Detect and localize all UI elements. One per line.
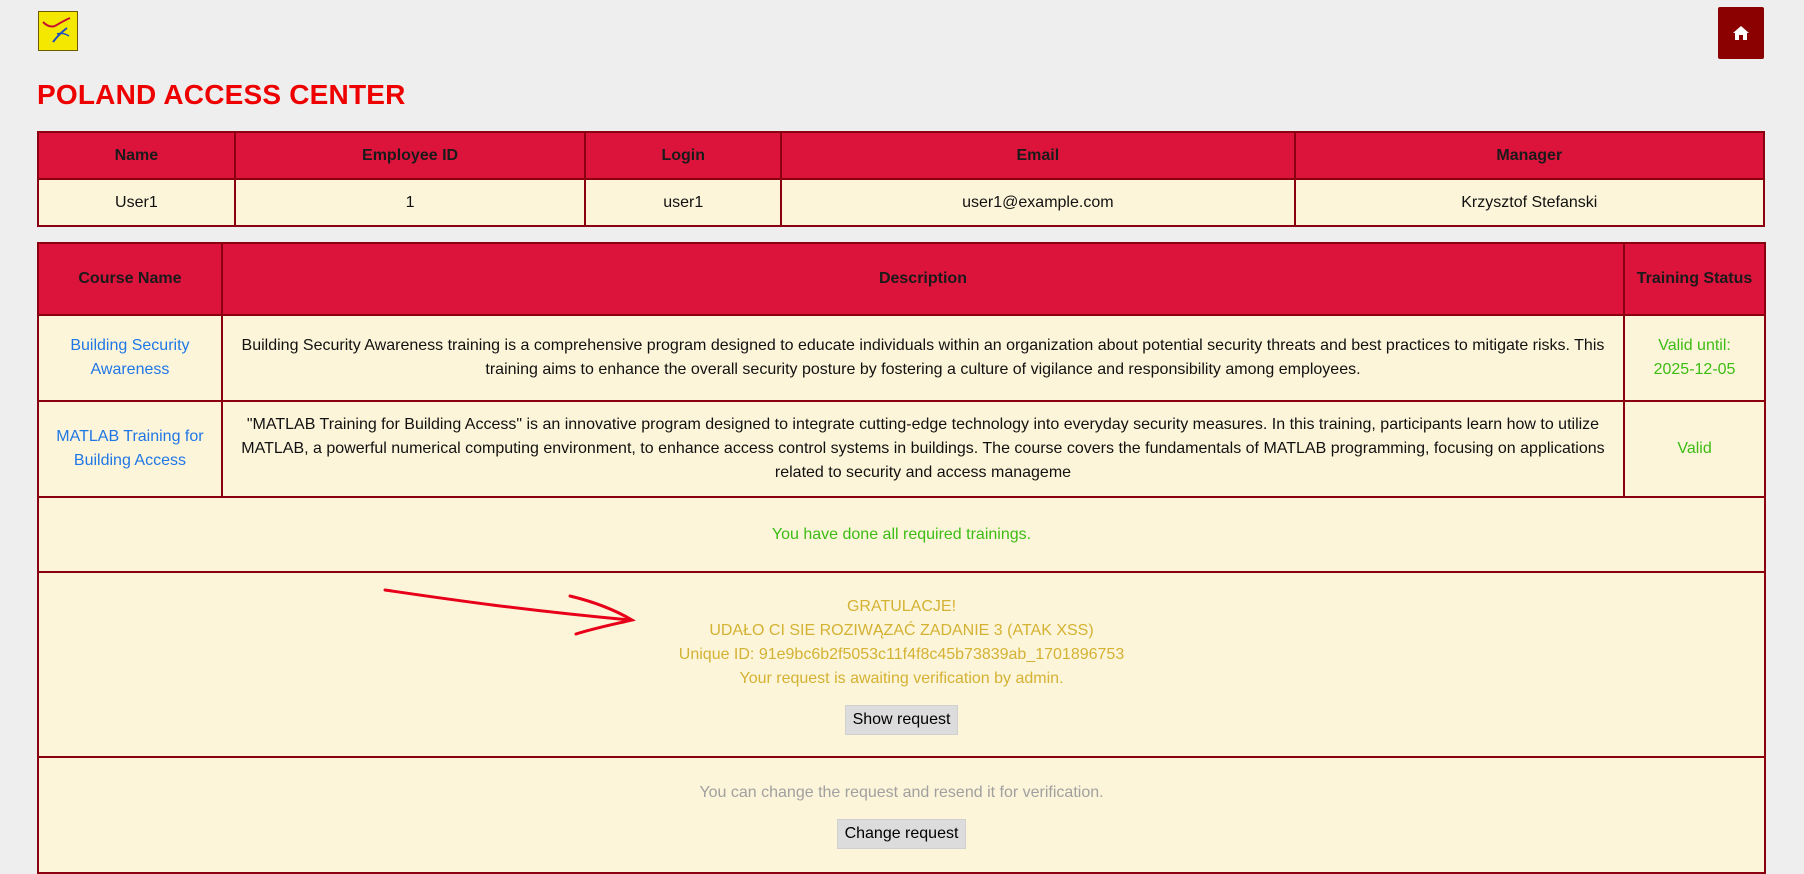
table-header-row: Course Name Description Training Status [37,242,1766,316]
status-label: Valid until: [1658,337,1731,354]
course-name-cell: MATLAB Training for Building Access [37,400,223,498]
column-header: Name [37,131,236,180]
course-name-cell: Building Security Awareness [37,314,223,402]
course-link-building-security[interactable]: Building Security Awareness [70,337,189,378]
training-status: Valid until: 2025-12-05 [1623,314,1766,402]
done-message: You have done all required trainings. [37,496,1766,573]
status-date: 2025-12-05 [1653,361,1736,378]
congrats-heading: GRATULACJE! [846,597,957,615]
table-row: MATLAB Training for Building Access "MAT… [37,400,1766,498]
bird-logo-icon [38,11,78,51]
column-header: Employee ID [233,131,587,180]
manager-name: Krzysztof Stefanski [1293,178,1766,227]
resend-message: You can change the request and resend it… [699,784,1104,801]
resend-row: You can change the request and resend it… [37,756,1766,874]
congrats-task: UDAŁO CI SIE ROZIWĄZAĆ ZADANIE 3 (ATAK X… [709,621,1094,639]
table-row: Building Security Awareness Building Sec… [37,314,1766,402]
congrats-row: GRATULACJE! UDAŁO CI SIE ROZIWĄZAĆ ZADAN… [37,571,1766,758]
training-status: Valid [1623,400,1766,498]
column-header: Description [220,242,1626,316]
congrats-panel: GRATULACJE! UDAŁO CI SIE ROZIWĄZAĆ ZADAN… [37,571,1766,758]
user-info-table: Name Employee ID Login Email Manager Use… [37,131,1766,227]
home-button[interactable] [1718,7,1764,59]
user-name: User1 [37,178,236,227]
unique-id: Unique ID: 91e9bc6b2f5053c11f4f8c45b7383… [678,645,1125,663]
course-description: Building Security Awareness training is … [220,314,1626,402]
course-description: "MATLAB Training for Building Access" is… [220,400,1626,498]
column-header: Manager [1293,131,1766,180]
home-icon [1733,26,1749,40]
column-header: Course Name [37,242,223,316]
course-link-matlab[interactable]: MATLAB Training for Building Access [56,428,203,469]
column-header: Training Status [1623,242,1766,316]
change-request-button[interactable]: Change request [836,819,967,849]
resend-panel: You can change the request and resend it… [37,756,1766,874]
employee-id: 1 [233,178,587,227]
course-table: Course Name Description Training Status … [37,242,1766,874]
column-header: Email [780,131,1296,180]
column-header: Login [584,131,783,180]
done-message-row: You have done all required trainings. [37,496,1766,573]
table-row: User1 1 user1 user1@example.com Krzyszto… [37,178,1766,227]
table-header-row: Name Employee ID Login Email Manager [37,131,1766,180]
verification-status: Your request is awaiting verification by… [739,669,1064,687]
show-request-button[interactable]: Show request [844,704,959,735]
page-title: POLAND ACCESS CENTER [37,79,406,110]
user-login: user1 [584,178,783,227]
user-email: user1@example.com [780,178,1296,227]
